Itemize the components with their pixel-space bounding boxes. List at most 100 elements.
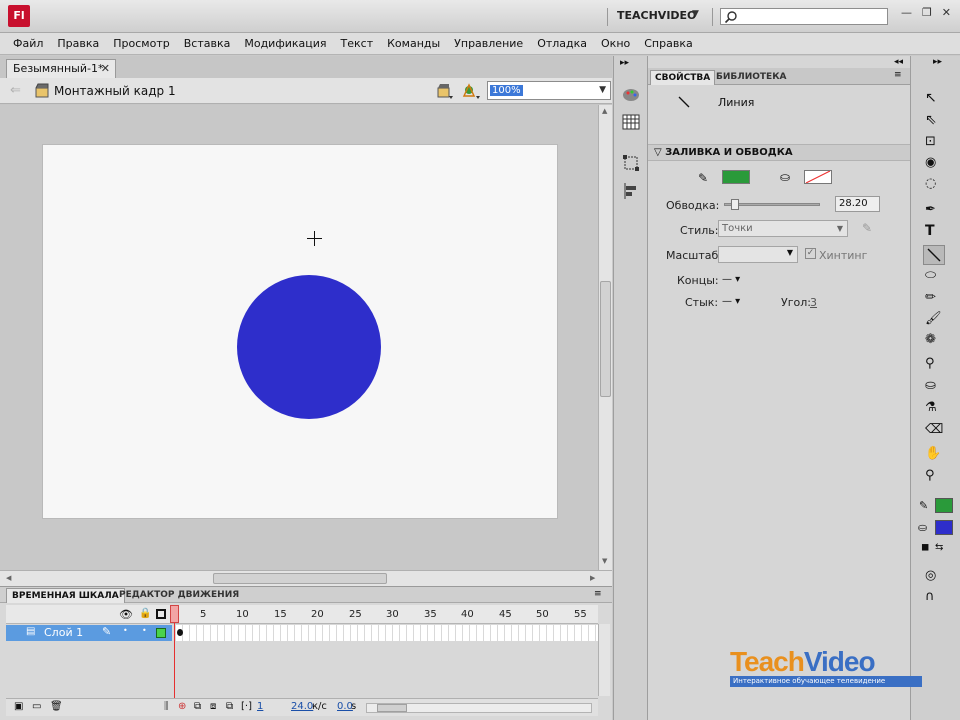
style-select[interactable]: Точки ▼ [718,220,848,237]
collapse-icon[interactable]: ◂◂ [894,57,903,67]
help-search-input[interactable] [720,8,888,25]
restore-icon[interactable]: ❐ [922,6,932,24]
swatches-grid-icon[interactable] [622,114,640,130]
eye-icon[interactable]: 👁 [119,608,133,621]
selection-tool-icon[interactable]: ↖ [925,90,945,108]
free-transform-tool-icon[interactable]: ⊡ [925,134,945,152]
pasteboard[interactable] [0,105,598,570]
lock-icon[interactable]: 🔒 [139,608,151,619]
close-icon[interactable]: ✕ [101,60,110,78]
keyframe-dot[interactable] [177,629,183,636]
align-icon[interactable] [622,182,640,200]
close-icon[interactable]: ✕ [942,6,951,24]
expand-icon[interactable]: ▸▸ [620,58,629,68]
menu-help[interactable]: Справка [637,37,699,50]
joins-select[interactable]: — ▾ [722,296,740,307]
scroll-right-icon[interactable]: ▶ [590,574,595,582]
back-arrow-icon[interactable]: ⇐ [10,83,21,98]
fill-stroke-section-header[interactable]: ▽ ЗАЛИВКА И ОБВОДКА [648,144,910,161]
hand-tool-icon[interactable]: ✋ [925,446,945,464]
fps-value[interactable]: 24.0 [291,701,313,712]
line-tool-active[interactable] [923,245,945,265]
new-folder-icon[interactable]: ▭ [32,701,41,712]
edit-multiple-icon[interactable]: ⧉ [226,701,233,712]
scrollbar-thumb[interactable] [600,281,611,397]
expand-icon[interactable]: ▸▸ [933,57,942,67]
workspace-switcher[interactable]: TEACHVIDEO [617,9,696,22]
menu-debug[interactable]: Отладка [530,37,594,50]
menu-view[interactable]: Просмотр [106,37,176,50]
scrollbar-thumb[interactable] [213,573,387,584]
onion-markers-icon[interactable]: [·] [241,701,252,712]
menu-insert[interactable]: Вставка [177,37,238,50]
lasso-tool-icon[interactable]: ◌ [925,176,945,194]
tab-properties[interactable]: СВОЙСТВА [650,70,716,85]
visibility-dot[interactable]: • [123,626,128,635]
onion-skin-icon[interactable]: ⧉ [194,701,201,712]
transform-icon[interactable] [622,154,640,172]
paint-bucket-tool-icon[interactable]: ⛀ [925,378,945,396]
frame-cells[interactable] [176,625,598,641]
scrollbar-thumb[interactable] [377,704,407,712]
bone-tool-icon[interactable]: ⚲ [925,356,945,374]
panel-menu-icon[interactable]: ≡ [594,589,602,599]
hinting-checkbox[interactable]: ✓ [805,248,816,259]
menu-control[interactable]: Управление [447,37,530,50]
scroll-left-icon[interactable]: ◀ [6,574,11,582]
oval-tool-icon[interactable]: ⬭ [925,268,945,286]
menu-text[interactable]: Текст [334,37,381,50]
stroke-width-field[interactable]: 28.20 [835,196,880,212]
playhead[interactable] [170,605,179,623]
center-frame-icon[interactable]: ⊕ [178,701,186,712]
timeline-hscroll[interactable] [366,703,592,713]
horizontal-scrollbar[interactable]: ◀ ▶ [0,570,612,586]
scroll-up-icon[interactable]: ▲ [602,107,607,115]
color-palette-icon[interactable] [622,86,640,104]
menu-edit[interactable]: Правка [50,37,106,50]
angle-value[interactable]: 3 [810,296,817,309]
scroll-down-icon[interactable]: ▼ [602,557,607,565]
caps-select[interactable]: — ▾ [722,274,740,285]
layer-row[interactable]: ▤ Слой 1 ✎ • • [6,625,598,641]
snap-to-objects-icon[interactable]: ◎ [925,568,945,586]
3d-rotation-tool-icon[interactable]: ◉ [925,155,945,173]
lock-dot[interactable]: • [142,626,147,635]
trash-icon[interactable]: 🗑 [50,701,63,712]
brush-tool-icon[interactable]: 🖌 [925,311,945,329]
tab-timeline[interactable]: ВРЕМЕННАЯ ШКАЛА [6,588,125,603]
current-frame[interactable]: 1 [257,701,263,712]
fill-color-swatch[interactable] [935,520,953,535]
menu-modify[interactable]: Модификация [237,37,333,50]
scale-select[interactable]: ▼ [718,246,798,263]
stroke-slider-track[interactable] [724,199,820,210]
pencil-tool-icon[interactable]: ✏ [925,290,945,308]
tab-library[interactable]: БИБЛИОТЕКА [712,70,791,85]
eyedropper-tool-icon[interactable]: ⚗ [925,400,945,418]
edit-scene-icon[interactable] [436,82,454,100]
outline-icon[interactable] [156,609,166,619]
menu-window[interactable]: Окно [594,37,637,50]
menu-file[interactable]: Файл [6,37,50,50]
subselection-tool-icon[interactable]: ⇖ [925,112,945,130]
zoom-select[interactable]: 100% ▼ [487,81,611,100]
layer-outline-color[interactable] [156,628,166,638]
zoom-tool-icon[interactable]: ⚲ [925,468,945,486]
pen-tool-icon[interactable]: ✒ [925,202,945,220]
vertical-scrollbar[interactable]: ▲ ▼ [598,105,612,570]
deco-tool-icon[interactable]: ❁ [925,332,945,350]
stroke-slider-handle[interactable] [731,199,739,210]
edit-symbol-icon[interactable] [461,82,481,100]
stroke-color-swatch[interactable] [935,498,953,513]
stroke-color-swatch[interactable] [722,170,750,184]
chevron-down-icon[interactable]: ▼ [692,9,699,19]
minimize-icon[interactable]: — [901,6,912,24]
onion-outline-icon[interactable]: ⧈ [210,701,216,712]
tab-motion-editor[interactable]: РЕДАКТОР ДВИЖЕНИЯ [114,588,244,603]
panel-menu-icon[interactable]: ≡ [894,70,902,80]
text-tool-icon[interactable]: T [925,223,945,241]
document-tab[interactable]: Безымянный-1* ✕ [6,59,116,78]
frames-nav-icon[interactable]: ⫼ [164,701,169,712]
swap-colors-icon[interactable]: ⇆ [935,542,943,553]
magnet-icon[interactable]: ∩ [925,589,945,607]
edit-style-pencil-icon[interactable]: ✎ [862,221,872,235]
